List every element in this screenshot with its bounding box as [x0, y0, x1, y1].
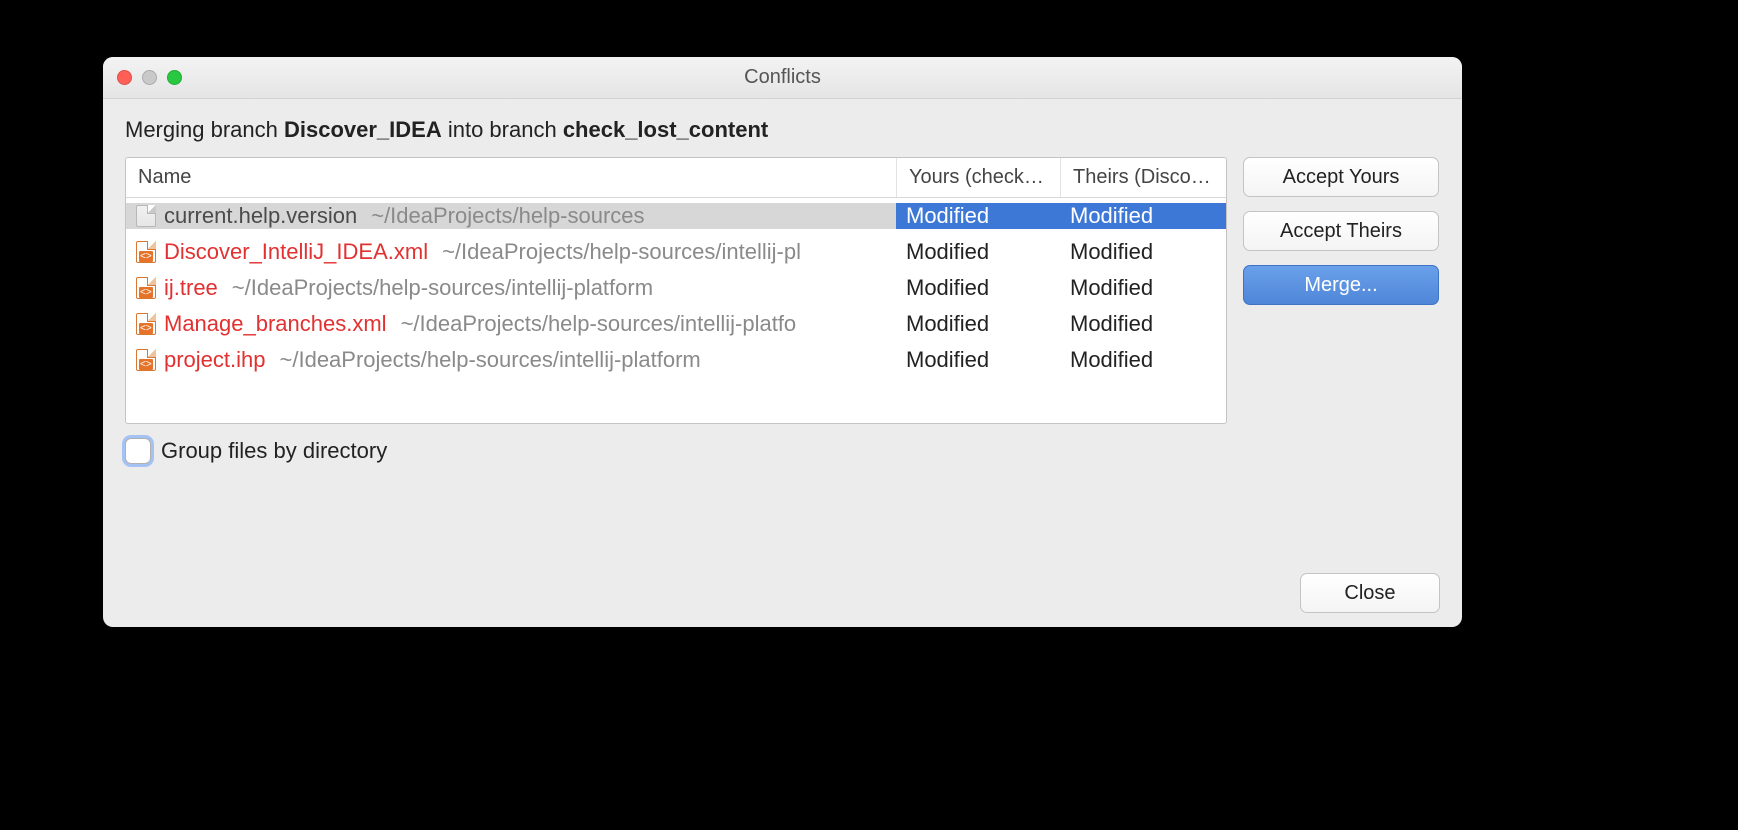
- cell-yours: Modified: [896, 275, 1060, 301]
- conflicts-dialog: Conflicts Merging branch Discover_IDEA i…: [103, 57, 1462, 627]
- cell-name: Manage_branches.xml ~/IdeaProjects/help-s…: [126, 311, 896, 337]
- cell-yours: Modified: [896, 239, 1060, 265]
- table-header: Name Yours (check_... Theirs (Discov...: [126, 158, 1226, 198]
- file-icon: [136, 205, 156, 227]
- cell-theirs: Modified: [1060, 275, 1226, 301]
- merge-button[interactable]: Merge...: [1243, 265, 1439, 305]
- group-by-dir-row: Group files by directory: [125, 438, 1440, 464]
- cell-name: current.help.version ~/IdeaProjects/help-…: [126, 203, 896, 229]
- cell-name: project.ihp ~/IdeaProjects/help-sources/i…: [126, 347, 896, 373]
- titlebar: Conflicts: [103, 57, 1462, 99]
- accept-yours-button[interactable]: Accept Yours: [1243, 157, 1439, 197]
- cell-yours: Modified: [896, 311, 1060, 337]
- xml-file-icon: [136, 349, 156, 371]
- group-by-dir-checkbox[interactable]: [125, 438, 151, 464]
- heading-branch-to: check_lost_content: [563, 117, 768, 142]
- file-path: ~/IdeaProjects/help-sources/intellij-pla…: [280, 347, 701, 373]
- th-theirs[interactable]: Theirs (Discov...: [1060, 158, 1226, 197]
- merge-heading: Merging branch Discover_IDEA into branch…: [125, 117, 1440, 143]
- file-path: ~/IdeaProjects/help-sources: [371, 203, 644, 229]
- th-name[interactable]: Name: [126, 158, 896, 197]
- table-row[interactable]: Manage_branches.xml ~/IdeaProjects/help-s…: [126, 306, 1226, 342]
- file-name: ij.tree: [164, 275, 218, 301]
- close-button[interactable]: Close: [1300, 573, 1440, 613]
- xml-file-icon: [136, 313, 156, 335]
- xml-file-icon: [136, 241, 156, 263]
- file-path: ~/IdeaProjects/help-sources/intellij-pla…: [401, 311, 797, 337]
- table-row[interactable]: project.ihp ~/IdeaProjects/help-sources/i…: [126, 342, 1226, 378]
- xml-file-icon: [136, 277, 156, 299]
- conflicts-table: Name Yours (check_... Theirs (Discov... …: [125, 157, 1227, 424]
- table-body: current.help.version ~/IdeaProjects/help-…: [126, 198, 1226, 423]
- file-path: ~/IdeaProjects/help-sources/intellij-pl: [442, 239, 801, 265]
- resolution-buttons: Accept Yours Accept Theirs Merge...: [1243, 157, 1439, 305]
- group-by-dir-label: Group files by directory: [161, 438, 387, 464]
- file-name: Manage_branches.xml: [164, 311, 387, 337]
- cell-yours: Modified: [896, 203, 1060, 229]
- th-yours[interactable]: Yours (check_...: [896, 158, 1060, 197]
- cell-yours: Modified: [896, 347, 1060, 373]
- table-row[interactable]: Discover_IntelliJ_IDEA.xml ~/IdeaProjects…: [126, 234, 1226, 270]
- file-name: project.ihp: [164, 347, 266, 373]
- table-row[interactable]: current.help.version ~/IdeaProjects/help-…: [126, 198, 1226, 234]
- heading-mid: into branch: [442, 117, 563, 142]
- cell-theirs: Modified: [1060, 203, 1226, 229]
- file-path: ~/IdeaProjects/help-sources/intellij-pla…: [232, 275, 653, 301]
- heading-prefix: Merging branch: [125, 117, 284, 142]
- accept-theirs-button[interactable]: Accept Theirs: [1243, 211, 1439, 251]
- file-name: current.help.version: [164, 203, 357, 229]
- cell-name: ij.tree ~/IdeaProjects/help-sources/intel…: [126, 275, 896, 301]
- dialog-content: Merging branch Discover_IDEA into branch…: [103, 99, 1462, 627]
- cell-name: Discover_IntelliJ_IDEA.xml ~/IdeaProjects…: [126, 239, 896, 265]
- cell-theirs: Modified: [1060, 347, 1226, 373]
- heading-branch-from: Discover_IDEA: [284, 117, 442, 142]
- window-title: Conflicts: [103, 66, 1462, 89]
- file-name: Discover_IntelliJ_IDEA.xml: [164, 239, 428, 265]
- cell-theirs: Modified: [1060, 311, 1226, 337]
- table-row[interactable]: ij.tree ~/IdeaProjects/help-sources/intel…: [126, 270, 1226, 306]
- cell-theirs: Modified: [1060, 239, 1226, 265]
